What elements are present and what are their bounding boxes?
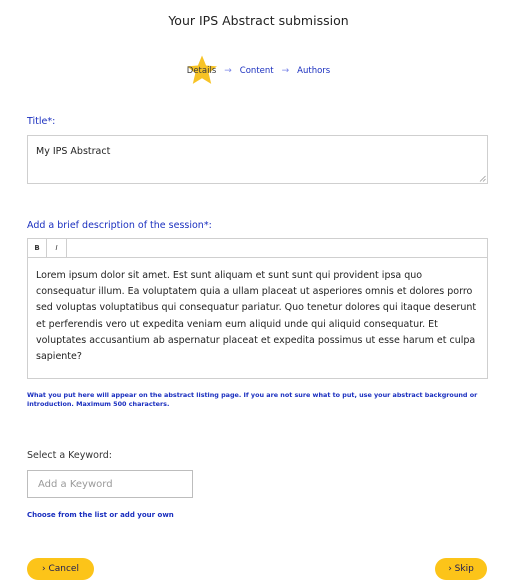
arrow-right-icon: → (224, 66, 232, 76)
keyword-hint: Choose from the list or add your own (27, 511, 174, 519)
step-progress: Details → Content → Authors (0, 55, 517, 84)
step-details[interactable]: Details (186, 55, 217, 84)
step-content[interactable]: Content (240, 66, 274, 76)
step-content-label: Content (239, 66, 274, 76)
step-authors[interactable]: Authors (297, 66, 330, 76)
description-help-text: What you put here will appear on the abs… (27, 391, 478, 408)
keyword-label: Select a Keyword: (27, 450, 112, 461)
title-label: Title*: (27, 116, 56, 127)
title-input[interactable]: My IPS Abstract (27, 135, 488, 184)
editor-toolbar: B I (28, 239, 487, 258)
description-label: Add a brief description of the session*: (27, 220, 212, 231)
description-editor[interactable]: B I Lorem ipsum dolor sit amet. Est sunt… (27, 238, 488, 379)
bold-button[interactable]: B (28, 239, 47, 257)
description-text[interactable]: Lorem ipsum dolor sit amet. Est sunt ali… (28, 258, 487, 375)
title-value: My IPS Abstract (36, 146, 111, 157)
page-title: Your IPS Abstract submission (168, 13, 349, 28)
arrow-right-icon: → (281, 66, 290, 76)
italic-button[interactable]: I (47, 239, 67, 257)
step-authors-label: Authors (297, 66, 331, 76)
keyword-input[interactable] (27, 470, 193, 498)
skip-button[interactable]: › Skip (435, 558, 487, 580)
step-details-label: Details (186, 66, 217, 76)
resize-handle-icon[interactable] (479, 175, 486, 182)
cancel-button[interactable]: › Cancel (27, 558, 94, 580)
